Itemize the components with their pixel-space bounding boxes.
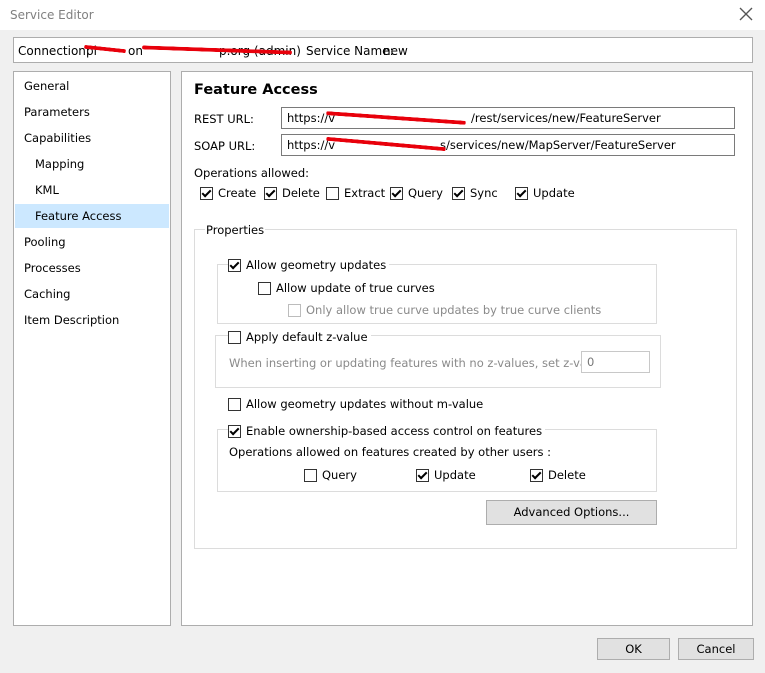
- ownership-label: Enable ownership-based access control on…: [246, 424, 543, 438]
- op-extract-label: Extract: [344, 186, 386, 200]
- soap-url-label: SOAP URL:: [194, 139, 256, 153]
- nav-item-mapping[interactable]: Mapping: [35, 152, 84, 176]
- checkbox-icon: [200, 186, 213, 200]
- others-query-label: Query: [322, 468, 357, 482]
- allow-true-curves-checkbox[interactable]: Allow update of true curves: [258, 280, 435, 296]
- z-value-input[interactable]: 0: [581, 351, 650, 373]
- service-name-value: new: [383, 44, 408, 58]
- apply-default-z-label: Apply default z-value: [246, 330, 368, 344]
- checkbox-icon: [228, 424, 241, 438]
- nav-item-pooling[interactable]: Pooling: [24, 230, 66, 254]
- rest-url-suffix: /rest/services/new/FeatureServer: [471, 111, 661, 125]
- allow-without-m-checkbox[interactable]: Allow geometry updates without m-value: [228, 396, 483, 412]
- others-delete-checkbox[interactable]: Delete: [530, 467, 586, 483]
- checkbox-icon: [326, 186, 339, 200]
- others-delete-label: Delete: [548, 468, 586, 482]
- op-update-checkbox[interactable]: Update: [515, 185, 575, 201]
- allow-geometry-updates-checkbox[interactable]: Allow geometry updates: [228, 257, 390, 273]
- checkbox-icon: [228, 258, 241, 272]
- nav-item-processes[interactable]: Processes: [24, 256, 81, 280]
- nav-item-feature-access[interactable]: Feature Access: [15, 204, 169, 228]
- ok-button[interactable]: OK: [597, 638, 670, 660]
- soap-url-prefix: https://: [287, 138, 329, 152]
- only-true-curve-clients-checkbox[interactable]: Only allow true curve updates by true cu…: [288, 302, 601, 318]
- z-value-description: When inserting or updating features with…: [229, 356, 624, 370]
- properties-title: Properties: [205, 223, 266, 237]
- ownership-checkbox[interactable]: Enable ownership-based access control on…: [228, 423, 546, 439]
- cancel-button[interactable]: Cancel: [678, 638, 754, 660]
- checkbox-icon: [228, 397, 241, 411]
- op-query-label: Query: [408, 186, 443, 200]
- checkbox-icon: [416, 468, 429, 482]
- connection-value-middle: on: [128, 44, 143, 58]
- sidebar-nav: General Parameters Capabilities Mapping …: [13, 71, 171, 626]
- checkbox-icon: [530, 468, 543, 482]
- soap-url-suffix: s/services/new/MapServer/FeatureServer: [440, 138, 676, 152]
- checkbox-icon: [304, 468, 317, 482]
- checkbox-icon: [515, 186, 528, 200]
- apply-default-z-checkbox[interactable]: Apply default z-value: [228, 329, 371, 345]
- only-true-curve-clients-label: Only allow true curve updates by true cu…: [306, 303, 602, 317]
- window-title: Service Editor: [10, 8, 94, 22]
- nav-item-capabilities[interactable]: Capabilities: [24, 126, 91, 150]
- page-title: Feature Access: [194, 82, 318, 98]
- nav-item-general[interactable]: General: [24, 74, 69, 98]
- op-update-label: Update: [533, 186, 575, 200]
- nav-item-parameters[interactable]: Parameters: [24, 100, 90, 124]
- properties-group: Properties Allow geometry updates Allow …: [194, 223, 737, 549]
- checkbox-icon: [452, 186, 465, 200]
- op-create-checkbox[interactable]: Create: [200, 185, 256, 201]
- others-ops-label: Operations allowed on features created b…: [229, 445, 552, 459]
- nav-item-item-description[interactable]: Item Description: [24, 308, 119, 332]
- soap-url-field[interactable]: https://v s/services/new/MapServer/Featur…: [281, 134, 735, 156]
- advanced-options-button[interactable]: Advanced Options...: [486, 500, 657, 525]
- redaction-mark: [326, 111, 466, 125]
- connection-bar: Connection: pl on p.org (admin) Service …: [13, 37, 753, 63]
- nav-item-kml[interactable]: KML: [35, 178, 59, 202]
- others-update-label: Update: [434, 468, 476, 482]
- checkbox-icon: [228, 330, 241, 344]
- rest-url-label: REST URL:: [194, 112, 254, 126]
- checkbox-icon: [258, 281, 271, 295]
- op-query-checkbox[interactable]: Query: [390, 185, 443, 201]
- rest-url-field[interactable]: https://v/rest/services/new/FeatureServe…: [281, 107, 735, 129]
- op-create-label: Create: [218, 186, 257, 200]
- others-query-checkbox[interactable]: Query: [304, 467, 357, 483]
- title-bar: Service Editor: [0, 0, 765, 30]
- allow-true-curves-label: Allow update of true curves: [276, 281, 435, 295]
- allow-without-m-label: Allow geometry updates without m-value: [246, 397, 484, 411]
- checkbox-icon: [264, 186, 277, 200]
- op-sync-checkbox[interactable]: Sync: [452, 185, 498, 201]
- op-sync-label: Sync: [470, 186, 498, 200]
- service-name-label: Service Name:: [306, 44, 394, 58]
- redaction-mark: [326, 136, 446, 152]
- others-update-checkbox[interactable]: Update: [416, 467, 476, 483]
- checkbox-icon: [288, 303, 301, 317]
- checkbox-icon: [390, 186, 403, 200]
- close-icon[interactable]: [737, 5, 755, 23]
- allow-geometry-updates-label: Allow geometry updates: [246, 258, 387, 272]
- feature-access-panel: Feature Access REST URL: https://v/rest/…: [181, 71, 753, 626]
- connection-label: Connection:: [18, 44, 90, 58]
- operations-label: Operations allowed:: [194, 166, 310, 180]
- op-delete-checkbox[interactable]: Delete: [264, 185, 320, 201]
- op-extract-checkbox[interactable]: Extract: [326, 185, 385, 201]
- rest-url-prefix: https://: [287, 111, 329, 125]
- nav-item-caching[interactable]: Caching: [24, 282, 70, 306]
- op-delete-label: Delete: [282, 186, 320, 200]
